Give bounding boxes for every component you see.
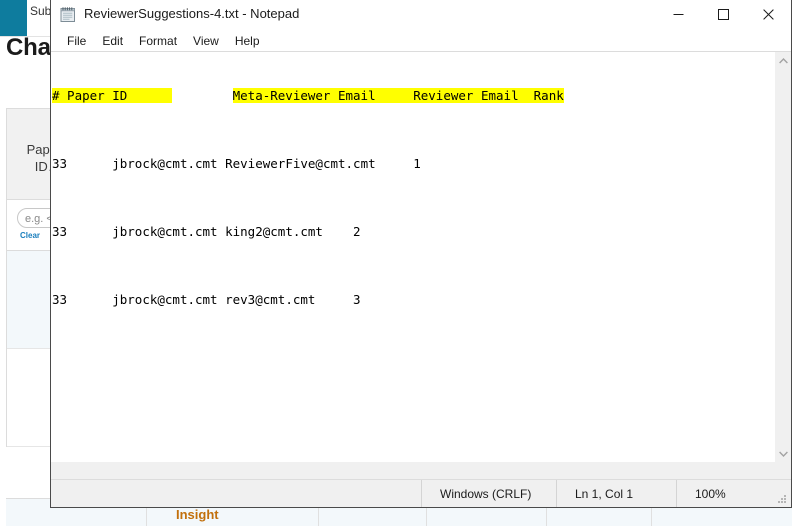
cell-paper-id: 33: [52, 292, 68, 307]
cell-reviewer-email: rev3@cmt.cmt: [225, 292, 316, 307]
header-segment-reviewer-email: Reviewer Email: [413, 88, 534, 103]
window-title: ReviewerSuggestions-4.txt - Notepad: [84, 6, 300, 21]
menu-item-view[interactable]: View: [186, 32, 228, 51]
vertical-scrollbar[interactable]: [774, 52, 791, 462]
bg-tab-submissions[interactable]: Sub: [30, 4, 51, 18]
scrollbar-corner: [774, 462, 791, 479]
notepad-icon: [59, 5, 77, 23]
menu-item-edit[interactable]: Edit: [95, 32, 132, 51]
maximize-button[interactable]: [701, 0, 746, 29]
header-gap-1: [172, 88, 232, 103]
notepad-status-bar: Windows (CRLF) Ln 1, Col 1 100%: [51, 479, 791, 507]
close-icon: [763, 9, 774, 20]
cell-reviewer-email: ReviewerFive@cmt.cmt: [225, 156, 376, 171]
notepad-editor-area[interactable]: # Paper ID Meta-Reviewer Email Reviewer …: [51, 51, 791, 479]
menu-item-help[interactable]: Help: [228, 32, 269, 51]
status-cursor-position[interactable]: Ln 1, Col 1: [556, 480, 676, 507]
header-segment-rank: Rank: [533, 88, 564, 103]
bg-insight-label: Insight: [176, 507, 219, 522]
minimize-button[interactable]: [656, 0, 701, 29]
header-segment-meta-reviewer-email: Meta-Reviewer Email: [232, 88, 414, 103]
scroll-up-arrow-icon[interactable]: [775, 52, 792, 69]
cell-reviewer-email: king2@cmt.cmt: [225, 224, 323, 239]
cell-meta-reviewer-email: jbrock@cmt.cmt: [112, 156, 218, 171]
scroll-down-arrow-icon[interactable]: [775, 445, 792, 462]
horizontal-scrollbar[interactable]: [51, 462, 774, 479]
notepad-text-content[interactable]: # Paper ID Meta-Reviewer Email Reviewer …: [51, 52, 774, 462]
document-header-line: # Paper ID Meta-Reviewer Email Reviewer …: [52, 87, 774, 104]
document-row: 33 jbrock@cmt.cmt ReviewerFive@cmt.cmt 1: [52, 155, 774, 172]
header-segment-paper-id: # Paper ID: [52, 88, 173, 103]
document-row: 33 jbrock@cmt.cmt rev3@cmt.cmt 3: [52, 291, 774, 308]
bg-clear-filter-link[interactable]: Clear: [20, 231, 40, 240]
bg-brand-logo-block: [0, 0, 27, 36]
notepad-window[interactable]: ReviewerSuggestions-4.txt - Notepad File…: [50, 0, 792, 508]
menu-item-format[interactable]: Format: [132, 32, 186, 51]
minimize-icon: [673, 14, 684, 15]
status-zoom-level[interactable]: 100%: [676, 480, 791, 507]
cell-rank: 2: [353, 224, 361, 239]
resize-grip[interactable]: [776, 492, 788, 504]
document-row: 33 jbrock@cmt.cmt king2@cmt.cmt 2: [52, 223, 774, 240]
notepad-menu-bar: File Edit Format View Help: [51, 30, 791, 52]
maximize-icon: [718, 9, 729, 20]
cell-paper-id: 33: [52, 156, 68, 171]
close-button[interactable]: [746, 0, 791, 29]
cell-meta-reviewer-email: jbrock@cmt.cmt: [112, 224, 218, 239]
cell-rank: 3: [353, 292, 361, 307]
cell-meta-reviewer-email: jbrock@cmt.cmt: [112, 292, 218, 307]
menu-item-file[interactable]: File: [60, 32, 95, 51]
cell-rank: 1: [413, 156, 421, 171]
window-controls: [656, 0, 791, 29]
cell-paper-id: 33: [52, 224, 68, 239]
status-encoding[interactable]: Windows (CRLF): [421, 480, 556, 507]
notepad-title-bar[interactable]: ReviewerSuggestions-4.txt - Notepad: [51, 0, 791, 30]
